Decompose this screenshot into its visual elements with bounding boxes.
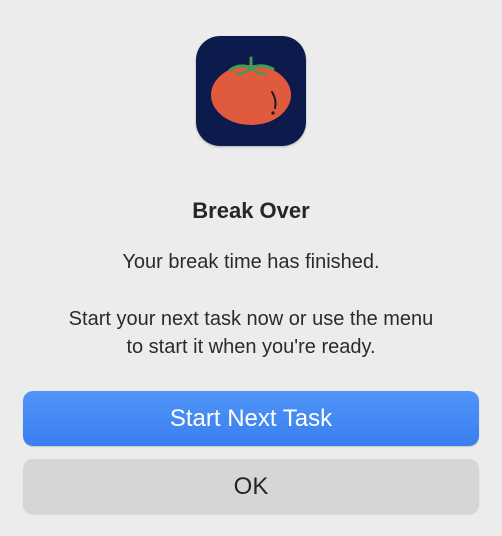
start-next-task-button[interactable]: Start Next Task — [23, 391, 479, 446]
dialog-message-secondary: Start your next task now or use the menu… — [68, 308, 434, 358]
ok-button[interactable]: OK — [23, 459, 479, 514]
tomato-app-icon — [196, 36, 306, 146]
dialog-title: Break Over — [192, 198, 310, 223]
alert-dialog: Break Over Your break time has finished.… — [0, 0, 502, 536]
tomato-icon — [211, 56, 291, 125]
dialog-message-primary: Your break time has finished. — [122, 251, 380, 273]
